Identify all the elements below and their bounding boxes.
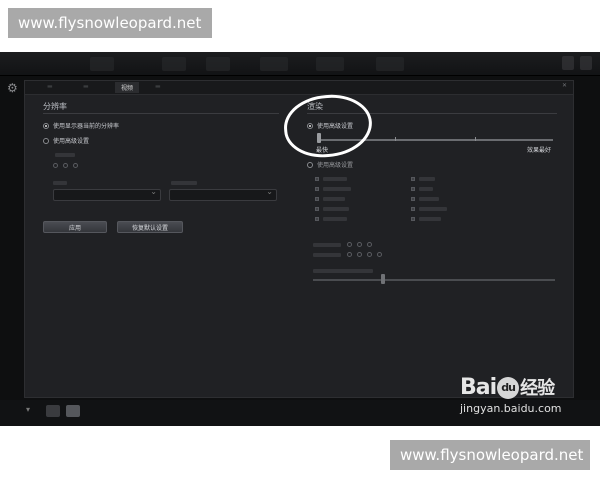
render-custom-label: 使用高级设置	[317, 162, 354, 169]
secondary-slider-track[interactable]	[313, 279, 555, 281]
faint-label	[323, 207, 349, 211]
bottom-arrow-icon[interactable]: ▾	[26, 405, 38, 417]
render-custom-radio[interactable]: 使用高级设置	[307, 160, 353, 169]
nav-item-5[interactable]	[316, 57, 344, 71]
resolution-divider	[43, 113, 279, 114]
nav-item-4[interactable]	[260, 57, 288, 71]
faint-label	[323, 217, 347, 221]
secondary-slider-thumb[interactable]	[381, 274, 385, 284]
option-checkbox[interactable]	[315, 217, 319, 221]
bottom-grid-icon[interactable]	[46, 405, 60, 417]
faint-label	[323, 187, 351, 191]
top-navigation-bar	[0, 52, 600, 76]
resolution-select[interactable]	[53, 187, 161, 201]
aspect-ratio-radios[interactable]	[53, 163, 78, 168]
nav-item-2[interactable]	[162, 57, 186, 71]
option-checkbox[interactable]	[411, 187, 415, 191]
watermark-bottom: www.flysnowleopard.net	[390, 440, 590, 470]
faint-label	[323, 197, 345, 201]
radio-empty-icon	[43, 137, 49, 144]
option-checkbox[interactable]	[315, 197, 319, 201]
faint-label	[419, 177, 435, 181]
faint-label	[419, 217, 441, 221]
best-quality-label: 效果最好	[527, 147, 552, 154]
faint-label	[419, 197, 439, 201]
game-settings-screenshot: ⚙ ▬ ▬ 视频 ▬ ✕ 分辨率 使用显示器当前的分辨率 使用高级设置 应用 恢…	[0, 52, 600, 426]
tab-video[interactable]: 视频	[115, 82, 140, 93]
apply-button[interactable]: 应用	[43, 221, 107, 233]
faint-label	[53, 181, 67, 185]
display-mode-select[interactable]	[169, 187, 277, 201]
tab-1[interactable]: ▬	[47, 83, 53, 90]
nav-item-3[interactable]	[206, 57, 230, 71]
option-checkbox[interactable]	[315, 187, 319, 191]
use-display-resolution-label: 使用显示器当前的分辨率	[53, 123, 120, 130]
use-advanced-resolution-label: 使用高级设置	[53, 138, 90, 145]
slider-tick	[475, 137, 476, 141]
faint-label	[313, 253, 341, 257]
option-checkbox[interactable]	[411, 177, 415, 181]
slider-tick	[395, 137, 396, 141]
close-icon[interactable]: ✕	[562, 82, 567, 89]
render-option-radios[interactable]	[347, 252, 382, 257]
nav-item-6[interactable]	[376, 57, 404, 71]
faint-label	[419, 207, 447, 211]
faint-label	[419, 187, 433, 191]
faint-label	[55, 153, 75, 157]
faint-label	[313, 269, 373, 273]
faint-label	[171, 181, 197, 185]
baidu-url: jingyan.baidu.com	[460, 402, 562, 415]
option-checkbox[interactable]	[411, 197, 415, 201]
restore-defaults-button[interactable]: 恢复默认设置	[117, 221, 183, 233]
baidu-logo: Bai du 经验	[460, 375, 555, 400]
nav-item-1[interactable]	[90, 57, 114, 71]
faint-label	[323, 177, 347, 181]
radio-selected-icon	[43, 122, 49, 129]
baidu-jingyan-watermark: Bai du 经验 jingyan.baidu.com	[460, 374, 580, 424]
bottom-active-icon[interactable]	[66, 405, 80, 417]
use-advanced-resolution-radio[interactable]: 使用高级设置	[43, 136, 89, 145]
watermark-top: www.flysnowleopard.net	[8, 8, 212, 38]
use-display-resolution-radio[interactable]: 使用显示器当前的分辨率	[43, 121, 119, 130]
tab-2[interactable]: ▬	[83, 83, 89, 90]
settings-tab-bar: ⚙ ▬ ▬ 视频 ▬ ✕	[7, 81, 573, 95]
gear-icon[interactable]: ⚙	[7, 81, 18, 95]
top-button-1[interactable]	[562, 56, 574, 70]
option-checkbox[interactable]	[411, 207, 415, 211]
radio-empty-icon	[307, 161, 313, 168]
tab-4[interactable]: ▬	[155, 83, 161, 90]
option-checkbox[interactable]	[315, 177, 319, 181]
option-checkbox[interactable]	[411, 217, 415, 221]
render-option-radios[interactable]	[347, 242, 372, 247]
faint-label	[313, 243, 341, 247]
top-button-2[interactable]	[580, 56, 592, 70]
resolution-title: 分辨率	[43, 102, 67, 111]
option-checkbox[interactable]	[315, 207, 319, 211]
